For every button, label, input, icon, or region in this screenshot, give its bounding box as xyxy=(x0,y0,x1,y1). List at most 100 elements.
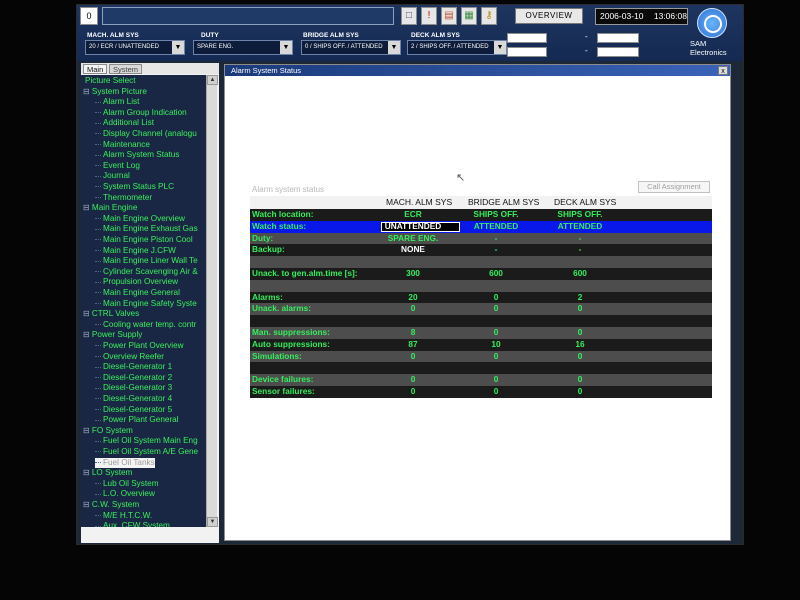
table-row[interactable]: Duty: SPARE ENG. - - xyxy=(250,232,712,245)
tree-item[interactable]: Picture Select xyxy=(83,76,136,87)
chevron-down-icon[interactable]: ▼ xyxy=(280,41,292,54)
tree-item[interactable]: Alarm System Status xyxy=(95,150,179,161)
tree-item[interactable]: Journal xyxy=(95,171,130,182)
table-row[interactable]: Man. suppressions: 8 0 0 xyxy=(250,327,712,339)
tree-expander-icon[interactable]: ⊟ xyxy=(83,468,90,477)
table-row[interactable]: Auto suppressions: 87 10 16 xyxy=(250,338,712,351)
table-row[interactable]: Simulations: 0 0 0 xyxy=(250,350,712,363)
tree-item-label: Diesel-Generator 5 xyxy=(103,404,173,414)
tree-expander-icon[interactable]: ⊟ xyxy=(83,309,90,318)
tree-expander-icon[interactable]: ⊟ xyxy=(83,500,90,509)
mach-alm-sys-select[interactable]: 20 / ECR / UNATTENDED ▼ xyxy=(85,40,185,55)
alert-icon[interactable]: ! xyxy=(421,7,437,25)
tree-item[interactable]: Display Channel (analogu xyxy=(95,129,197,140)
tree-item[interactable]: Alarm List xyxy=(95,97,139,108)
row-value-bridge: 0 xyxy=(493,291,499,302)
row-value-deck: 0 xyxy=(577,386,583,396)
chevron-down-icon[interactable]: ▼ xyxy=(388,41,400,54)
tree-item[interactable]: Alarm Group Indication xyxy=(95,108,187,119)
table-row[interactable]: Watch status: UNATTENDED ATTENDED ATTENDED xyxy=(250,220,712,233)
table-row[interactable]: Device failures: 0 0 0 xyxy=(250,374,712,386)
tree-item[interactable]: Thermometer xyxy=(95,193,152,204)
tab-system[interactable]: System xyxy=(109,64,143,74)
chevron-down-icon[interactable]: ▼ xyxy=(172,41,184,54)
tree-item[interactable]: ⊟ Power Supply xyxy=(83,330,142,341)
tree-item[interactable]: Main Engine Liner Wall Te xyxy=(95,256,198,267)
table-row[interactable]: Backup: NONE - - xyxy=(250,244,712,257)
table-row[interactable]: Sensor failures: 0 0 0 xyxy=(250,386,712,398)
tree-item[interactable]: Main Engine Safety Syste xyxy=(95,299,197,310)
tree-item[interactable]: Diesel-Generator 3 xyxy=(95,383,172,394)
tree-item[interactable]: Cylinder Scavenging Air & xyxy=(95,267,198,278)
table-row[interactable]: Alarms: 20 0 2 xyxy=(250,291,712,304)
tree-item-label: Alarm System Status xyxy=(103,150,180,160)
tree-expander-icon[interactable]: ⊟ xyxy=(83,330,90,339)
tab-main[interactable]: Main xyxy=(83,64,108,74)
tree-item[interactable]: Additional List xyxy=(95,118,154,129)
tree-scrollbar[interactable]: ▲ ▼ xyxy=(206,75,218,527)
tree-item[interactable]: ⊟ CTRL Valves xyxy=(83,309,139,320)
acknowledge-icon[interactable]: □ xyxy=(401,7,417,25)
tree-item-label: Power Plant General xyxy=(103,415,179,425)
row-label: Device failures: xyxy=(252,374,314,385)
tree-item[interactable]: Cooling water temp. contr xyxy=(95,320,196,331)
tree-item[interactable]: Fuel Oil System Main Eng xyxy=(95,436,198,447)
deck-alm-sys-select[interactable]: 2 / SHIPS OFF. / ATTENDED ▼ xyxy=(407,40,507,55)
tree-item[interactable]: Diesel-Generator 4 xyxy=(95,394,172,405)
tree-item[interactable]: System Status PLC xyxy=(95,182,174,193)
alarm-count-box[interactable]: 0 xyxy=(80,7,98,25)
tree-item[interactable]: Power Plant General xyxy=(95,415,179,426)
table-row[interactable] xyxy=(250,315,712,327)
tree-item[interactable]: Propulsion Overview xyxy=(95,277,178,288)
call-assignment-button[interactable]: Call Assignment xyxy=(638,181,710,193)
date-time-display: 2006-03-10 13:06:08 xyxy=(595,8,688,25)
tree-expander-icon[interactable]: ⊟ xyxy=(83,203,90,212)
tree-item[interactable]: Power Plant Overview xyxy=(95,341,184,352)
tree-item[interactable]: Fuel Oil System A/E Gene xyxy=(95,447,198,458)
table-row[interactable]: Unack. to gen.alm.time [s]: 300 600 600 xyxy=(250,268,712,280)
scroll-up-icon[interactable]: ▲ xyxy=(207,75,218,85)
tree-item-label: Lub Oil System xyxy=(103,478,159,488)
tree-item[interactable]: Main Engine Exhaust Gas xyxy=(95,224,198,235)
tree-item-label: Alarm Group Indication xyxy=(103,107,187,117)
overview-button[interactable]: OVERVIEW xyxy=(515,8,583,24)
report-icon[interactable]: ▦ xyxy=(461,7,477,25)
row-value-mach: NONE xyxy=(401,244,425,255)
tree-item[interactable]: Main Engine J.CFW xyxy=(95,246,176,257)
tree-item[interactable]: Diesel-Generator 2 xyxy=(95,373,172,384)
tree-item[interactable]: ⊟ Main Engine xyxy=(83,203,137,214)
tree-item[interactable]: ⊟ FO System xyxy=(83,426,133,437)
tree-expander-icon[interactable]: ⊟ xyxy=(83,87,90,96)
tree-item[interactable]: L.O. Overview xyxy=(95,489,155,500)
tree-item[interactable]: ⊟ System Picture xyxy=(83,87,147,98)
tree-item[interactable]: Overview Reefer xyxy=(95,352,164,363)
tree-expander-icon[interactable]: ⊟ xyxy=(83,426,90,435)
tree-item[interactable]: Diesel-Generator 5 xyxy=(95,405,172,416)
scroll-down-icon[interactable]: ▼ xyxy=(207,517,218,527)
table-row[interactable] xyxy=(250,362,712,375)
row-value-mach: 8 xyxy=(410,327,416,337)
tree-item[interactable]: ⊟ LO System xyxy=(83,468,132,479)
row-value-deck: 0 xyxy=(577,303,583,314)
table-row[interactable] xyxy=(250,279,712,292)
table-row[interactable] xyxy=(250,256,712,268)
duty-select[interactable]: SPARE ENG. ▼ xyxy=(193,40,293,55)
chevron-down-icon[interactable]: ▼ xyxy=(494,41,506,54)
tree-item[interactable]: Lub Oil System xyxy=(95,479,159,490)
table-row[interactable]: Unack. alarms: 0 0 0 xyxy=(250,303,712,316)
tree-item[interactable]: Event Log xyxy=(95,161,140,172)
print-icon[interactable]: ▤ xyxy=(441,7,457,25)
tree-item[interactable]: M/E H.T.C.W. xyxy=(95,511,152,522)
close-icon[interactable]: x xyxy=(718,66,728,75)
tree-item[interactable]: Aux. CFW System xyxy=(95,521,170,527)
tree-item[interactable]: Diesel-Generator 1 xyxy=(95,362,172,373)
tree-item[interactable]: Fuel Oil Tanks xyxy=(95,457,155,469)
bridge-alm-sys-select[interactable]: 0 / SHIPS OFF. / ATTENDED ▼ xyxy=(301,40,401,55)
tree-item[interactable]: ⊟ C.W. System xyxy=(83,500,139,511)
table-row[interactable]: Watch location: ECR SHIPS OFF. SHIPS OFF. xyxy=(250,209,712,221)
tree-item[interactable]: Main Engine Piston Cool xyxy=(95,235,193,246)
key-icon[interactable]: ⚷ xyxy=(481,7,497,25)
tree-item[interactable]: Main Engine General xyxy=(95,288,180,299)
tree-item[interactable]: Main Engine Overview xyxy=(95,214,185,225)
tree-item[interactable]: Maintenance xyxy=(95,140,150,151)
